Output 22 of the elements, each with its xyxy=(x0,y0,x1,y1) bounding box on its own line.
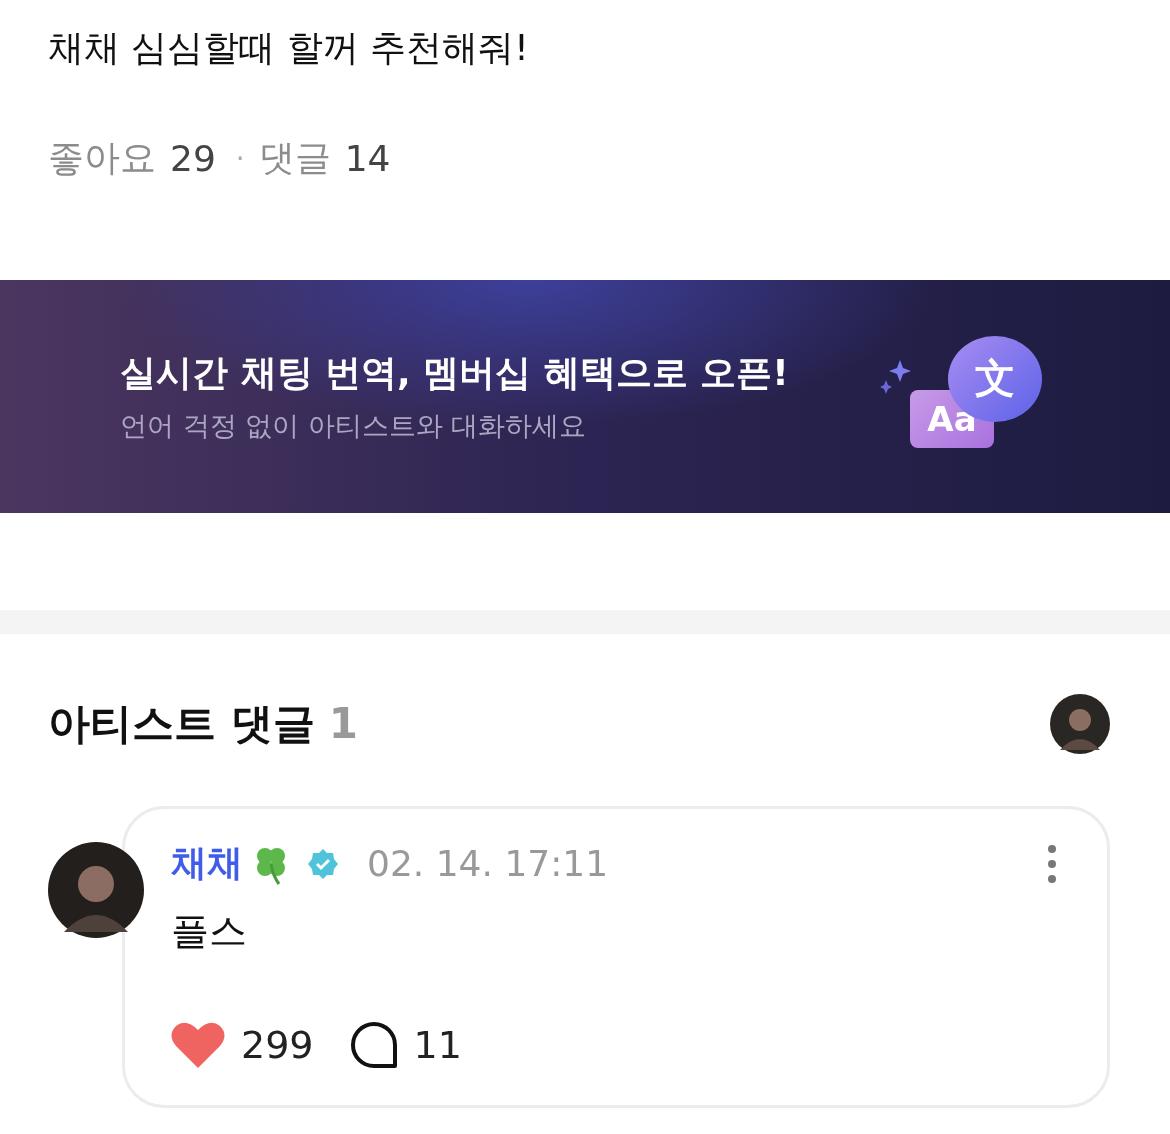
separator: · xyxy=(235,142,245,175)
comment-text: 플스 xyxy=(171,908,248,955)
reply-count: 11 xyxy=(413,1023,462,1067)
avatar[interactable] xyxy=(48,842,144,938)
author-name[interactable]: 채채 xyxy=(171,839,243,888)
section-title: 아티스트 댓글 xyxy=(48,698,315,750)
banner-title: 실시간 채팅 번역, 멤버십 혜택으로 오픈! xyxy=(120,351,789,395)
comment-count: 14 xyxy=(344,138,391,179)
sparkle-icon xyxy=(880,359,912,394)
like-count: 29 xyxy=(170,138,216,179)
banner-subtitle: 언어 걱정 없이 아티스트와 대화하세요 xyxy=(120,409,588,443)
heart-icon[interactable] xyxy=(171,1021,225,1069)
promo-banner[interactable]: 실시간 채팅 번역, 멤버십 혜택으로 오픈! 언어 걱정 없이 아티스트와 대화하세요 Aa 文 xyxy=(0,280,1170,513)
comment-label: 댓글 xyxy=(258,136,331,180)
like-label: 좋아요 xyxy=(48,136,156,180)
post-title: 채채 심심할때 할꺼 추천해줘! xyxy=(48,26,530,70)
comment-time: 02. 14. 17:11 xyxy=(367,843,609,884)
avatar[interactable] xyxy=(1050,694,1110,754)
like-count: 299 xyxy=(241,1023,314,1067)
more-icon[interactable] xyxy=(1047,843,1057,884)
speech-bubble-icon[interactable] xyxy=(349,1021,398,1069)
comment-count: 1 xyxy=(328,699,358,748)
